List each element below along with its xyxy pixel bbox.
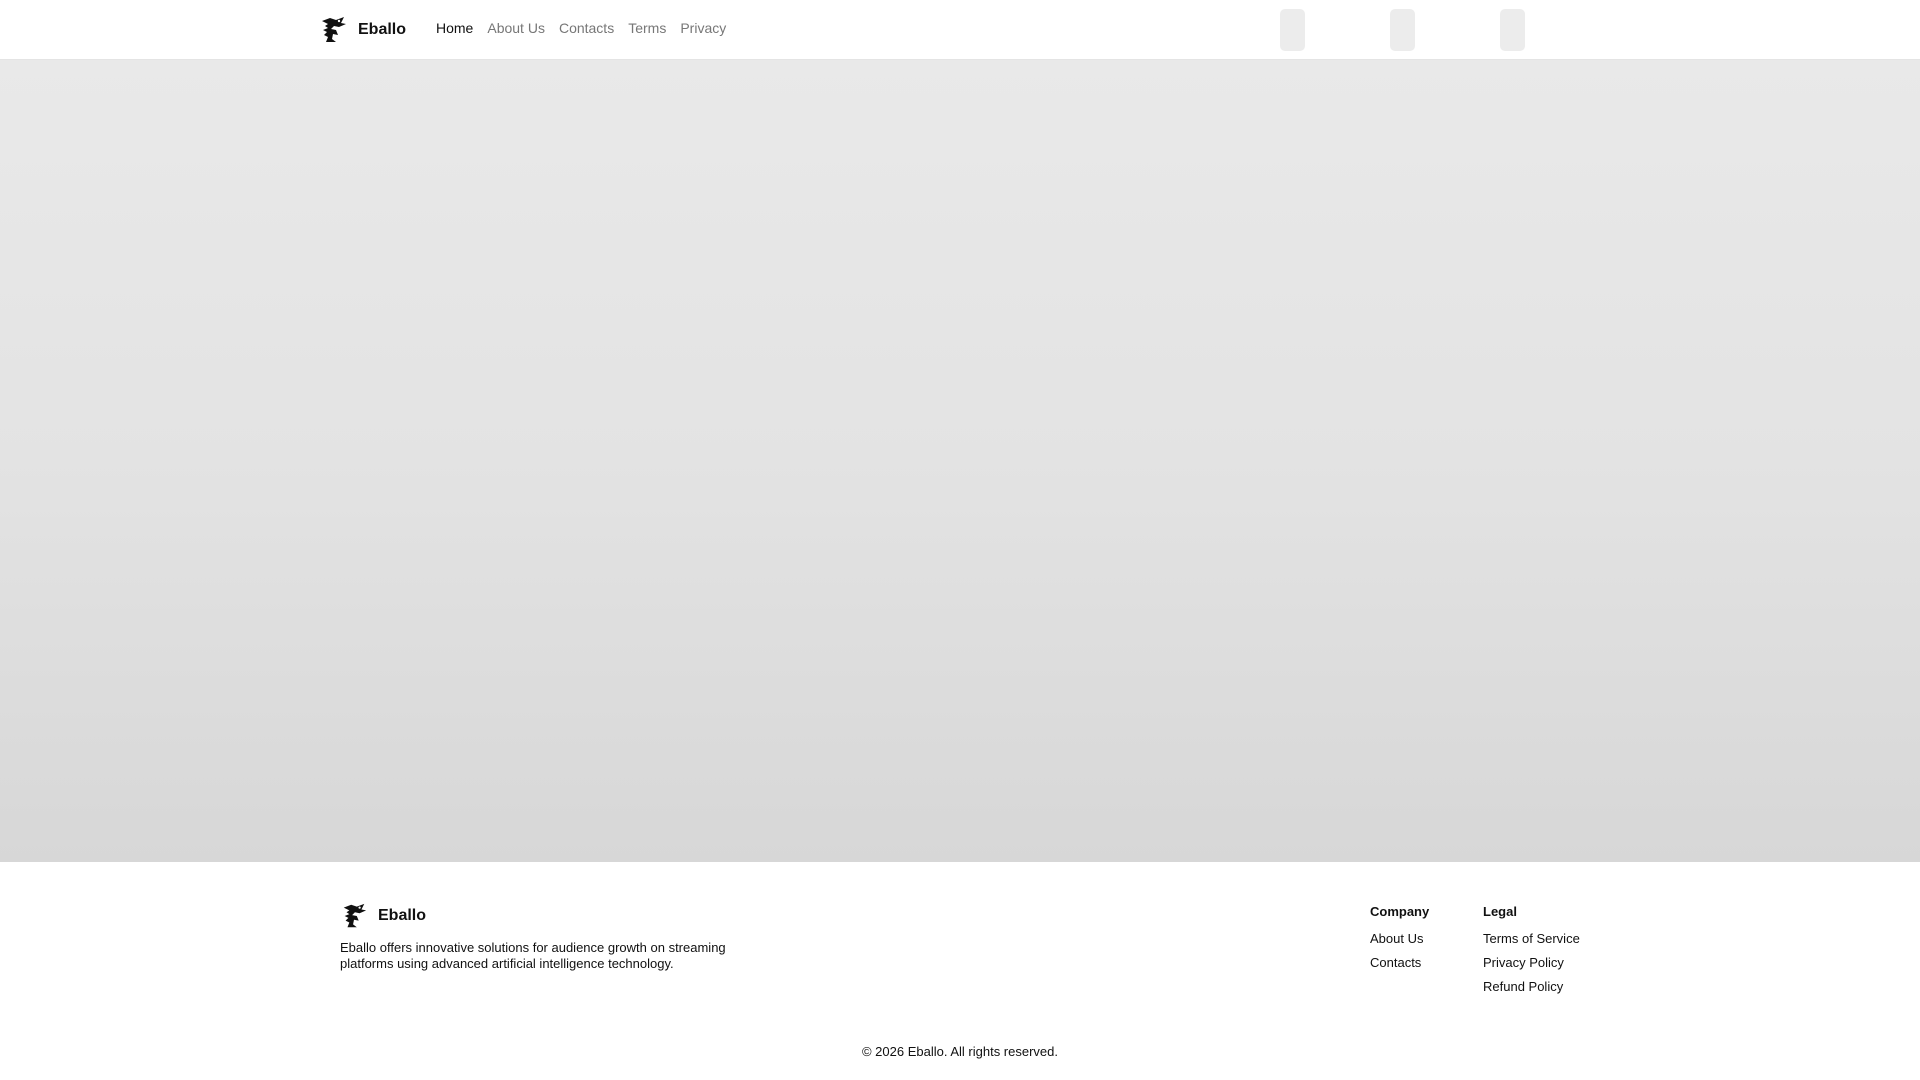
footer-legal-column: Legal Terms of Service Privacy Policy Re… <box>1483 904 1580 1003</box>
footer-company-heading: Company <box>1370 904 1430 919</box>
footer-brand-name: Eballo <box>378 907 427 924</box>
header-action-placeholder <box>1500 9 1525 51</box>
nav-about-us[interactable]: About Us <box>487 20 545 36</box>
nav-home[interactable]: Home <box>436 20 473 36</box>
footer-link-contacts[interactable]: Contacts <box>1370 955 1429 971</box>
site-header: Eballo Home About Us Contacts Terms Priv… <box>0 0 1920 60</box>
header-action-placeholder <box>1280 9 1305 51</box>
footer-link-privacy-policy[interactable]: Privacy Policy <box>1483 955 1580 971</box>
brand-name: Eballo <box>358 21 407 38</box>
copyright-text: © 2026 Eballo. All rights reserved. <box>861 1044 1058 1059</box>
nav-contacts[interactable]: Contacts <box>559 20 614 36</box>
nav-privacy[interactable]: Privacy <box>680 20 726 36</box>
header-action-placeholder <box>1390 9 1415 51</box>
dragon-logo-icon <box>322 17 346 42</box>
dragon-logo-icon <box>343 903 367 928</box>
footer-link-about-us[interactable]: About Us <box>1370 931 1429 947</box>
footer-description: Eballo offers innovative solutions for a… <box>340 940 726 971</box>
footer-link-terms-of-service[interactable]: Terms of Service <box>1483 931 1580 947</box>
site-footer: Eballo Eballo offers innovative solution… <box>0 862 1920 1080</box>
footer-company-column: Company About Us Contacts <box>1370 904 1429 979</box>
brand-home-link[interactable]: Eballo <box>318 14 406 46</box>
footer-link-refund-policy[interactable]: Refund Policy <box>1483 979 1580 995</box>
main-nav: Home About Us Contacts Terms Privacy <box>436 20 726 36</box>
hero-placeholder <box>0 60 1920 862</box>
nav-terms[interactable]: Terms <box>628 20 666 36</box>
footer-legal-heading: Legal <box>1483 904 1517 919</box>
footer-brand: Eballo <box>340 902 426 930</box>
